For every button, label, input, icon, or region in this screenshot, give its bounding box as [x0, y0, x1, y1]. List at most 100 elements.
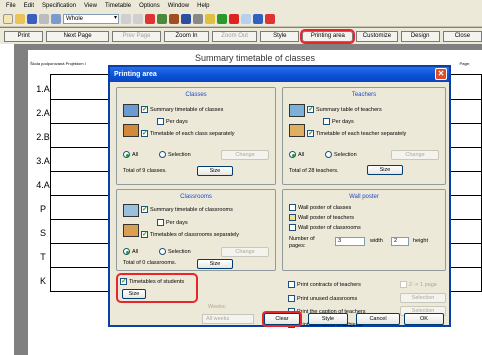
check-icon[interactable] — [217, 13, 227, 24]
chart-icon[interactable] — [253, 13, 263, 24]
each-classroom-option[interactable]: Timetables of classrooms separately — [141, 230, 239, 238]
radio[interactable] — [159, 151, 166, 158]
classes-per-days-option[interactable]: Per days — [157, 118, 188, 125]
weeks-select[interactable]: All weeks — [202, 314, 254, 324]
unused-selection-button[interactable]: Selection — [400, 293, 446, 303]
preview-icon[interactable] — [51, 13, 61, 24]
classes-change-button[interactable]: Change — [221, 150, 269, 160]
students-size-button[interactable]: Size — [122, 289, 146, 299]
printing-area-button[interactable]: Printing area — [300, 28, 356, 44]
tool-brown-icon[interactable] — [169, 13, 179, 24]
prev-page-button[interactable]: Prev Page — [111, 30, 161, 42]
redo-icon[interactable] — [133, 13, 143, 24]
help-icon[interactable] — [265, 13, 275, 24]
class-timetable-icon — [123, 104, 139, 117]
each-teacher-option[interactable]: Timetable of each teacher separately — [307, 129, 406, 137]
next-page-button[interactable]: Next Page — [46, 30, 109, 42]
tool-blue-icon[interactable] — [181, 13, 191, 24]
teachers-per-days-option[interactable]: Per days — [323, 118, 354, 125]
open-folder-icon[interactable] — [15, 13, 25, 24]
zoom-out-button[interactable]: Zoom Out — [212, 30, 258, 42]
checkbox[interactable] — [120, 277, 127, 285]
summary-classrooms-option[interactable]: Summary timetable of classrooms — [141, 205, 233, 213]
close-button[interactable]: Close — [442, 30, 482, 42]
checkbox[interactable] — [289, 224, 296, 231]
tool-green-icon[interactable] — [157, 13, 167, 24]
print-unused-classrooms-option[interactable]: Print unused classrooms — [288, 295, 357, 302]
checkbox[interactable] — [141, 230, 148, 238]
menu-window[interactable]: Window — [164, 3, 193, 9]
print-icon[interactable] — [39, 13, 49, 24]
view-select[interactable]: Whole — [63, 13, 119, 24]
ok-button[interactable]: OK — [404, 313, 444, 325]
clear-button[interactable]: Clear — [262, 311, 302, 327]
teachers-all-radio[interactable]: All — [289, 151, 304, 158]
checkbox[interactable] — [157, 219, 164, 226]
timetables-students-option[interactable]: Timetables of students — [120, 277, 184, 285]
teachers-size-button[interactable]: Size — [367, 165, 403, 175]
checkbox[interactable] — [288, 281, 295, 288]
checkbox[interactable] — [141, 205, 148, 213]
tool-yellow-icon[interactable] — [205, 13, 215, 24]
wall-poster-classrooms-option[interactable]: Wall poster of classrooms — [289, 224, 361, 231]
radio[interactable] — [123, 248, 130, 255]
menu-file[interactable]: File — [2, 3, 20, 9]
checkbox[interactable] — [307, 129, 314, 137]
classes-size-button[interactable]: Size — [197, 166, 233, 176]
tool-red-icon[interactable] — [145, 13, 155, 24]
undo-icon[interactable] — [121, 13, 131, 24]
checkbox[interactable] — [289, 214, 296, 221]
zoom-in-button[interactable]: Zoom In — [163, 30, 210, 42]
each-class-option[interactable]: Timetable of each class separately — [141, 129, 234, 137]
cancel-button[interactable]: Cancel — [356, 313, 400, 325]
classroom-timetable-icon — [123, 204, 139, 217]
width-input[interactable]: 2 — [391, 237, 409, 246]
radio[interactable] — [159, 248, 166, 255]
checkbox[interactable] — [141, 129, 148, 137]
wall-poster-teachers-option[interactable]: Wall poster of teachers — [289, 214, 354, 221]
menu-timetable[interactable]: Timetable — [101, 3, 135, 9]
checkbox[interactable] — [323, 118, 330, 125]
checkbox[interactable] — [400, 281, 407, 288]
classrooms-all-radio[interactable]: All — [123, 248, 138, 255]
wall-poster-classes-option[interactable]: Wall poster of classes — [289, 204, 351, 211]
radio[interactable] — [325, 151, 332, 158]
document-icon[interactable] — [241, 13, 251, 24]
menu-help[interactable]: Help — [193, 3, 213, 9]
checkbox[interactable] — [307, 105, 314, 113]
classes-all-radio[interactable]: All — [123, 151, 138, 158]
close-icon[interactable]: ✕ — [435, 68, 447, 80]
teachers-change-button[interactable]: Change — [391, 150, 439, 160]
summary-teachers-option[interactable]: Summary table of teachers — [307, 105, 382, 113]
style-button[interactable]: Style — [260, 30, 300, 42]
checkbox[interactable] — [289, 204, 296, 211]
print-contracts-option[interactable]: Print contracts of teachers — [288, 281, 361, 288]
new-file-icon[interactable] — [3, 13, 13, 24]
classrooms-size-button[interactable]: Size — [197, 259, 233, 269]
tool-gray-icon[interactable] — [193, 13, 203, 24]
print-button[interactable]: Print — [4, 30, 44, 42]
checkbox[interactable] — [141, 105, 148, 113]
radio[interactable] — [123, 151, 130, 158]
menu-edit[interactable]: Edit — [20, 3, 38, 9]
menu-options[interactable]: Options — [135, 3, 164, 9]
summary-classes-option[interactable]: Summary timetable of classes — [141, 105, 223, 113]
design-button[interactable]: Design — [400, 30, 440, 42]
classrooms-change-button[interactable]: Change — [221, 247, 269, 257]
customize-button[interactable]: Customize — [356, 30, 398, 42]
alert-icon[interactable] — [229, 13, 239, 24]
classrooms-per-days-option[interactable]: Per days — [157, 219, 188, 226]
teachers-selection-radio[interactable]: Selection — [325, 151, 357, 158]
checkbox[interactable] — [157, 118, 164, 125]
radio[interactable] — [289, 151, 296, 158]
pages-input[interactable]: 3 — [335, 237, 365, 246]
wall-poster-heading: Wall poster — [349, 194, 379, 200]
save-icon[interactable] — [27, 13, 37, 24]
menu-view[interactable]: View — [80, 3, 101, 9]
classrooms-selection-radio[interactable]: Selection — [159, 248, 191, 255]
checkbox[interactable] — [288, 295, 295, 302]
two-to-one-option[interactable]: 2 -> 1 page — [400, 281, 437, 288]
menu-specification[interactable]: Specification — [38, 3, 80, 9]
classes-selection-radio[interactable]: Selection — [159, 151, 191, 158]
dialog-style-button[interactable]: Style — [308, 313, 348, 325]
